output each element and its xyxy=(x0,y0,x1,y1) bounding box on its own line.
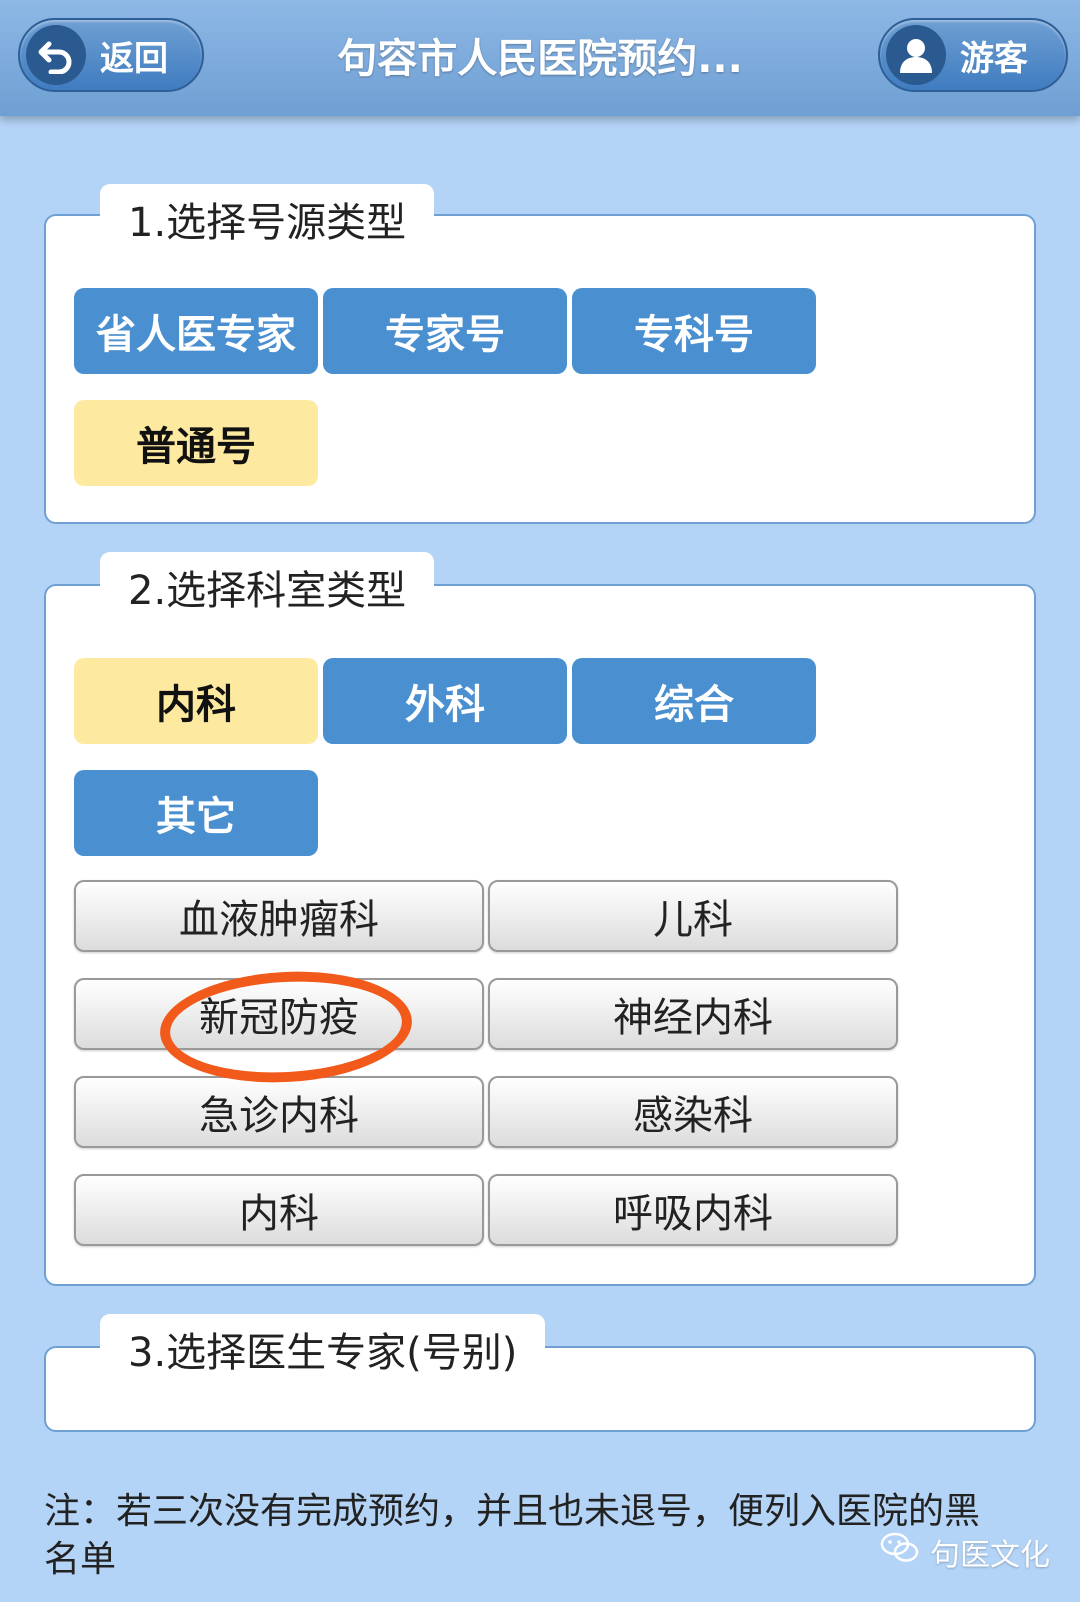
source-type-title: 1.选择号源类型 xyxy=(100,184,435,254)
source-option-general[interactable]: 普通号 xyxy=(74,400,318,486)
department-button[interactable]: 感染科 xyxy=(488,1076,898,1148)
department-type-title: 2.选择科室类型 xyxy=(100,552,435,622)
blacklist-note: 注：若三次没有完成预约，并且也未退号，便列入医院的黑名单 xyxy=(44,1491,981,1580)
department-button[interactable]: 内科 xyxy=(74,1174,484,1246)
department-button[interactable]: 血液肿瘤科 xyxy=(74,880,484,952)
user-label: 游客 xyxy=(960,38,1028,79)
dept-type-general[interactable]: 综合 xyxy=(572,658,816,744)
source-option-specialist[interactable]: 专科号 xyxy=(572,288,816,374)
dept-type-internal[interactable]: 内科 xyxy=(74,658,318,744)
department-type-section: 内科 外科 综合 其它 血液肿瘤科 儿科 新冠防疫 神经内科 急诊内科 感染科 … xyxy=(44,584,1036,1286)
department-button[interactable]: 新冠防疫 xyxy=(74,978,484,1050)
department-button[interactable]: 呼吸内科 xyxy=(488,1174,898,1246)
back-label: 返回 xyxy=(100,38,168,79)
back-arrow-icon xyxy=(26,25,86,85)
department-button[interactable]: 儿科 xyxy=(488,880,898,952)
user-button[interactable]: 游客 xyxy=(878,18,1068,92)
source-option-provincial-expert[interactable]: 省人医专家 xyxy=(74,288,318,374)
source-type-section: 省人医专家 专家号 专科号 普通号 xyxy=(44,214,1036,524)
top-bar: 返回 句容市人民医院预约... 游客 xyxy=(0,0,1080,116)
wechat-icon xyxy=(880,1531,920,1573)
back-button[interactable]: 返回 xyxy=(18,18,204,92)
source-option-expert[interactable]: 专家号 xyxy=(323,288,567,374)
dept-type-other[interactable]: 其它 xyxy=(74,770,318,856)
department-button[interactable]: 急诊内科 xyxy=(74,1076,484,1148)
user-icon xyxy=(886,25,946,85)
watermark-text: 句医文化 xyxy=(930,1538,1050,1573)
doctor-section-title: 3.选择医生专家(号别) xyxy=(100,1314,546,1384)
page-title: 句容市人民医院预约... xyxy=(337,36,743,82)
department-button[interactable]: 神经内科 xyxy=(488,978,898,1050)
watermark: 句医文化 xyxy=(880,1530,1050,1574)
dept-type-surgery[interactable]: 外科 xyxy=(323,658,567,744)
